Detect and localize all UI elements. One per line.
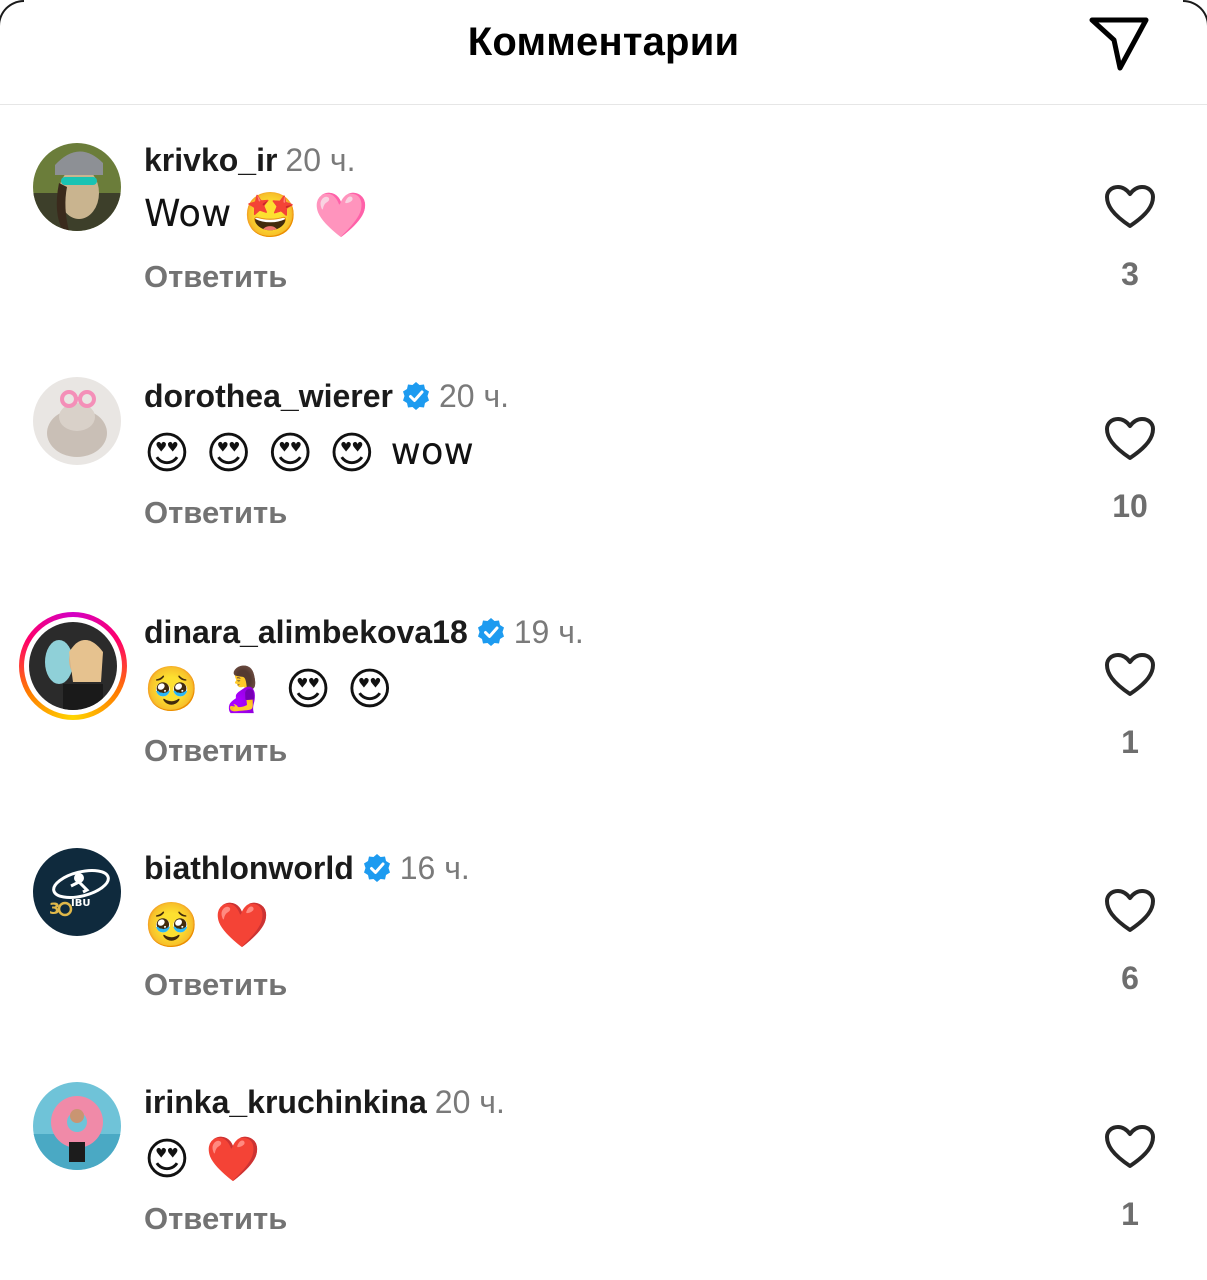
like-button[interactable]	[1104, 652, 1156, 698]
like-count: 3	[1121, 256, 1139, 292]
comment-item: irinka_kruchinkina 20 ч. 😍 ❤️ Ответить 1	[0, 1082, 1207, 1280]
comment-text: 😍 😍 😍 😍 wow	[144, 428, 474, 478]
reply-button[interactable]: Ответить	[144, 258, 287, 296]
comment-text: 🥹 🤰 😍 😍	[144, 664, 397, 714]
heart-eyes-emoji-icon: 😍	[267, 427, 314, 479]
comments-sheet: Комментарии krivko_ir 20 ч. Wow 🤩 🩷 Отве…	[0, 0, 1207, 1280]
avatar[interactable]	[33, 143, 121, 231]
like-button[interactable]	[1104, 888, 1156, 934]
comment-meta: biathlonworld 16 ч.	[144, 848, 470, 888]
avatar	[29, 622, 117, 710]
comment-username[interactable]: dinara_alimbekova18	[144, 614, 468, 650]
reply-button[interactable]: Ответить	[144, 732, 287, 770]
like-count: 10	[1112, 488, 1148, 524]
like-count: 1	[1121, 1196, 1139, 1232]
comment-meta: dinara_alimbekova18 19 ч.	[144, 612, 584, 652]
avatar-photo-icon	[29, 622, 117, 710]
comment-text: Wow 🤩 🩷	[144, 190, 372, 240]
avatar-photo-icon	[33, 377, 121, 465]
heart-outline-icon	[1105, 653, 1155, 696]
heart-eyes-emoji-icon: 😍	[285, 663, 331, 715]
share-button[interactable]	[1086, 14, 1152, 74]
reply-button[interactable]: Ответить	[144, 494, 287, 532]
red-heart-emoji-icon: ❤️	[214, 899, 270, 951]
comment-item: dorothea_wierer 20 ч. 😍 😍 😍 😍 wow Ответит…	[0, 376, 1207, 576]
ibu-logo-icon: 3 IBU	[33, 848, 121, 936]
comment-meta: dorothea_wierer 20 ч.	[144, 376, 509, 416]
avatar-photo-icon	[33, 143, 121, 231]
heart-outline-icon	[1105, 185, 1155, 228]
comment-meta: irinka_kruchinkina 20 ч.	[144, 1082, 505, 1122]
verified-badge-icon	[402, 382, 429, 410]
paper-plane-icon	[1089, 17, 1149, 71]
comment-item: 3 IBU biathlonworld 16 ч. 🥹 ❤️ Ответить 6	[0, 848, 1207, 1048]
comment-text-body: Wow	[144, 192, 232, 235]
avatar-story-ring[interactable]	[19, 612, 127, 720]
comment-username[interactable]: krivko_ir	[144, 142, 277, 178]
comment-time: 16 ч.	[399, 850, 470, 886]
heart-eyes-emoji-icon: 😍	[328, 427, 375, 479]
comment-username[interactable]: dorothea_wierer	[144, 378, 393, 414]
like-button[interactable]	[1104, 1124, 1156, 1170]
reply-button[interactable]: Ответить	[144, 1200, 287, 1238]
pleading-face-emoji-icon: 🥹	[144, 899, 199, 951]
like-count: 1	[1121, 724, 1139, 760]
comment-item: dinara_alimbekova18 19 ч. 🥹 🤰 😍 😍 Ответит…	[0, 612, 1207, 812]
reply-button[interactable]: Ответить	[144, 966, 287, 1004]
heart-outline-icon	[1105, 889, 1155, 932]
like-button[interactable]	[1104, 416, 1156, 462]
avatar[interactable]	[33, 1082, 121, 1170]
red-heart-emoji-icon: ❤️	[205, 1133, 261, 1185]
comment-username[interactable]: biathlonworld	[144, 850, 354, 886]
svg-text:IBU: IBU	[71, 898, 90, 909]
verified-badge-icon	[477, 618, 504, 646]
pink-heart-emoji-icon: 🩷	[313, 189, 369, 241]
pleading-face-emoji-icon: 🥹	[144, 663, 199, 715]
comment-time: 20 ч.	[434, 1084, 505, 1120]
avatar[interactable]	[33, 377, 121, 465]
comment-meta: krivko_ir 20 ч.	[144, 140, 355, 180]
comment-item: krivko_ir 20 ч. Wow 🤩 🩷 Ответить 3	[0, 140, 1207, 340]
avatar-photo-icon	[33, 1082, 121, 1170]
comment-text: 😍 ❤️	[144, 1134, 264, 1184]
comment-time: 20 ч.	[285, 142, 356, 178]
comment-time: 20 ч.	[438, 378, 510, 414]
verified-badge-icon	[363, 854, 390, 882]
heart-eyes-emoji-icon: 😍	[144, 1133, 190, 1185]
comment-time: 19 ч.	[513, 614, 584, 650]
comment-text: 🥹 ❤️	[144, 900, 273, 950]
like-count: 6	[1121, 960, 1139, 996]
comment-username[interactable]: irinka_kruchinkina	[144, 1084, 427, 1120]
pregnant-woman-emoji-icon: 🤰	[214, 663, 270, 715]
comments-header: Комментарии	[0, 0, 1207, 105]
heart-eyes-emoji-icon: 😍	[346, 663, 393, 715]
comment-text-body: wow	[390, 430, 474, 473]
star-struck-emoji-icon: 🤩	[243, 189, 298, 241]
heart-outline-icon	[1105, 417, 1155, 460]
page-title: Комментарии	[467, 20, 740, 64]
heart-eyes-emoji-icon: 😍	[205, 427, 252, 479]
like-button[interactable]	[1104, 184, 1156, 230]
heart-eyes-emoji-icon: 😍	[144, 427, 190, 479]
avatar[interactable]: 3 IBU	[33, 848, 121, 936]
heart-outline-icon	[1105, 1125, 1155, 1168]
